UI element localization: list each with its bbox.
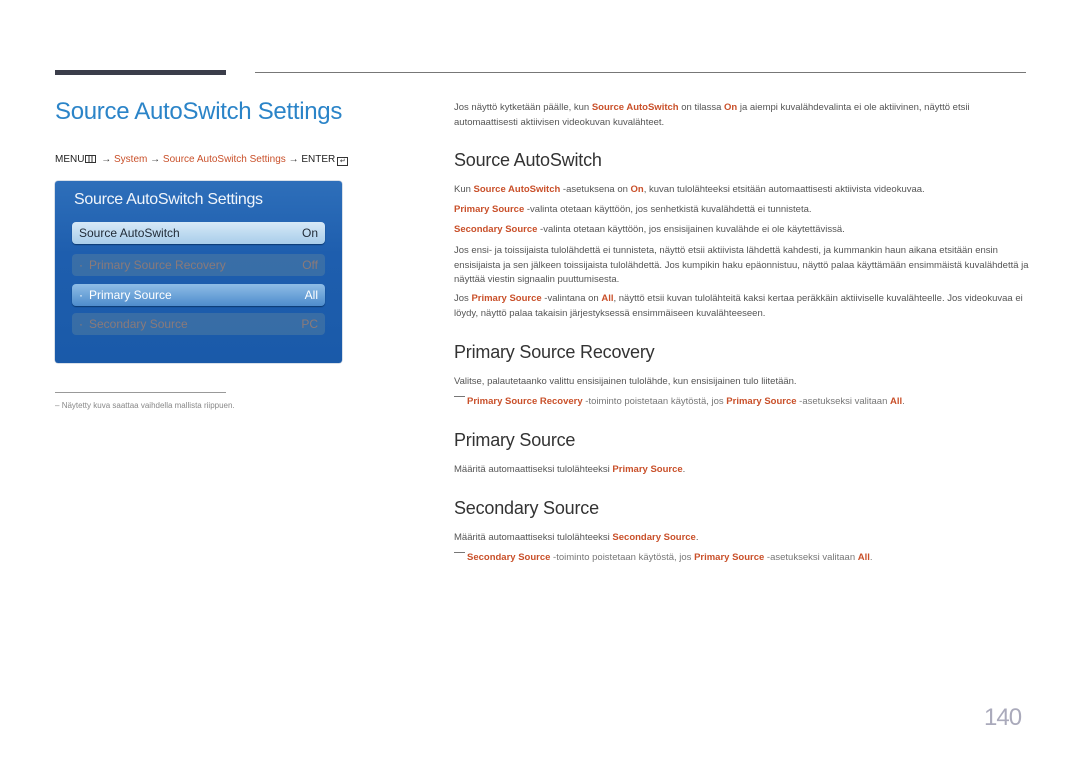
header-rule-thin <box>255 72 1026 73</box>
intro-paragraph: Jos näyttö kytketään päälle, kun Source … <box>454 101 1029 130</box>
bullet-icon: · <box>79 288 83 302</box>
secondary-paragraph: Määritä automaattiseksi tulolähteeksi Se… <box>454 531 1029 546</box>
highlight: Source AutoSwitch <box>473 184 561 195</box>
bullet-icon: · <box>79 317 83 331</box>
autoswitch-paragraph-5: Jos Primary Source -valintana on All, nä… <box>454 292 1029 321</box>
osd-row-value: PC <box>301 317 318 331</box>
highlight: Primary Source <box>471 293 542 304</box>
breadcrumb-arrow: → <box>150 154 161 165</box>
text: Jos <box>454 293 472 304</box>
text: -asetuksena on <box>560 184 631 195</box>
footnote-text: Näytetty kuva saattaa vaihdella mallista… <box>61 401 235 410</box>
footnote-divider <box>55 392 226 393</box>
page-title: Source AutoSwitch Settings <box>55 98 343 125</box>
autoswitch-paragraph-1: Kun Source AutoSwitch -asetuksena on On,… <box>454 183 1029 198</box>
osd-row-label: Primary Source <box>89 288 172 302</box>
highlight: On <box>724 102 738 113</box>
highlight: Secondary Source <box>467 552 551 563</box>
bullet-icon: · <box>79 258 83 272</box>
highlight: Secondary Source <box>454 224 538 235</box>
highlight: Primary Source Recovery <box>467 396 583 407</box>
section-heading-primary-source: Primary Source <box>454 430 576 450</box>
text: Määritä automaattiseksi tulolähteeksi <box>454 464 613 475</box>
recovery-note: Primary Source Recovery -toiminto poiste… <box>454 395 1029 409</box>
text: -valinta otetaan käyttöön, jos senhetkis… <box>524 204 812 215</box>
osd-row-label: Secondary Source <box>89 317 188 331</box>
breadcrumb-arrow: → <box>101 154 112 165</box>
highlight: All <box>857 552 870 563</box>
breadcrumb-enter: ENTER <box>301 154 336 165</box>
note-dash-icon <box>454 552 465 553</box>
text: -valintana on <box>541 293 602 304</box>
osd-row-value: On <box>301 226 318 240</box>
highlight: On <box>630 184 644 195</box>
osd-menu-panel: Source AutoSwitch Settings Source AutoSw… <box>55 181 342 363</box>
highlight: Primary Source <box>694 552 765 563</box>
highlight: All <box>601 293 614 304</box>
recovery-paragraph: Valitse, palautetaanko valittu ensisijai… <box>454 376 797 387</box>
text: Jos näyttö kytketään päälle, kun <box>454 102 592 113</box>
autoswitch-paragraph-4: Jos ensi- ja toissijaista tulolähdettä e… <box>454 245 1029 285</box>
breadcrumb-settings: Source AutoSwitch Settings <box>162 154 286 165</box>
footnote-dash: – <box>55 401 60 410</box>
osd-title: Source AutoSwitch Settings <box>74 191 263 208</box>
text: -asetukseksi valitaan <box>764 552 858 563</box>
text: Kun <box>454 184 474 195</box>
osd-row-primary-source-recovery: · Primary Source Recovery Off <box>72 254 325 276</box>
primary-paragraph: Määritä automaattiseksi tulolähteeksi Pr… <box>454 463 1029 478</box>
text: on tilassa <box>678 102 725 113</box>
text: . <box>869 552 873 563</box>
text: , kuvan tulolähteeksi etsitään automaatt… <box>643 184 925 195</box>
text: . <box>902 396 905 407</box>
highlight: All <box>890 396 903 407</box>
text: -toiminto poistetaan käytöstä, jos <box>550 552 695 563</box>
autoswitch-paragraph-2: Primary Source -valinta otetaan käyttöön… <box>454 203 1029 218</box>
highlight: Primary Source <box>612 464 683 475</box>
section-heading-source-autoswitch: Source AutoSwitch <box>454 150 602 170</box>
highlight: Primary Source <box>726 396 797 407</box>
breadcrumb-menu: MENU <box>55 154 85 165</box>
text: . <box>682 464 686 475</box>
autoswitch-paragraph-3: Secondary Source -valinta otetaan käyttö… <box>454 223 1029 238</box>
highlight: Secondary Source <box>612 532 696 543</box>
breadcrumb-system: System <box>114 154 148 165</box>
highlight: Source AutoSwitch <box>591 102 679 113</box>
note-dash-icon <box>454 396 465 397</box>
section-heading-secondary-source: Secondary Source <box>454 498 599 518</box>
secondary-note: Secondary Source -toiminto poistetaan kä… <box>454 551 1029 565</box>
highlight: Primary Source <box>454 204 525 215</box>
osd-row-label: Primary Source Recovery <box>89 258 226 272</box>
osd-row-primary-source[interactable]: · Primary Source All <box>72 284 325 306</box>
text: -valinta otetaan käyttöön, jos ensisijai… <box>537 224 845 235</box>
section-heading-primary-source-recovery: Primary Source Recovery <box>454 342 655 362</box>
enter-icon: ↵ <box>337 157 349 166</box>
osd-row-source-autoswitch[interactable]: Source AutoSwitch On <box>72 222 325 244</box>
text: -asetukseksi valitaan <box>796 396 890 407</box>
osd-row-secondary-source: · Secondary Source PC <box>72 313 325 335</box>
breadcrumb: MENU → System → Source AutoSwitch Settin… <box>55 154 349 166</box>
page-number: 140 <box>984 704 1022 731</box>
osd-row-value: Off <box>302 258 318 272</box>
footnote: – Näytetty kuva saattaa vaihdella mallis… <box>55 401 235 410</box>
text: -toiminto poistetaan käytöstä, jos <box>582 396 727 407</box>
text: . <box>695 532 699 543</box>
osd-row-label: Source AutoSwitch <box>79 226 180 240</box>
osd-row-value: All <box>304 288 318 302</box>
text: Määritä automaattiseksi tulolähteeksi <box>454 532 613 543</box>
breadcrumb-arrow: → <box>288 154 299 165</box>
menu-icon <box>85 155 97 163</box>
header-rule-thick <box>55 70 226 75</box>
